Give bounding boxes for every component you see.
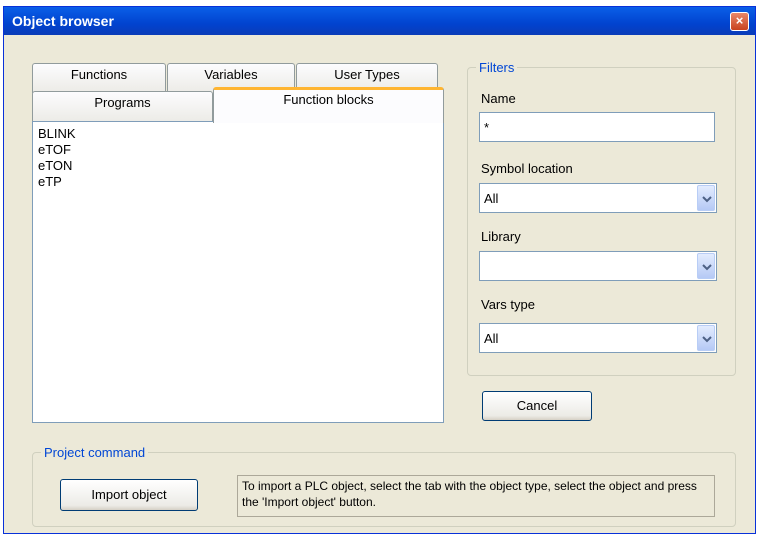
- vars-type-select[interactable]: All: [479, 323, 717, 353]
- dropdown-button[interactable]: [697, 325, 715, 351]
- vars-type-label: Vars type: [481, 297, 535, 312]
- symbol-location-select[interactable]: All: [479, 183, 717, 213]
- cancel-button[interactable]: Cancel: [482, 391, 592, 421]
- dropdown-button[interactable]: [697, 185, 715, 211]
- tab-functions[interactable]: Functions: [32, 63, 166, 93]
- list-item[interactable]: eTP: [33, 174, 443, 190]
- symbol-location-label: Symbol location: [481, 161, 573, 176]
- close-button[interactable]: ×: [730, 12, 749, 31]
- button-label: Import object: [91, 487, 167, 502]
- tab-programs[interactable]: Programs: [32, 91, 213, 122]
- library-select[interactable]: [479, 251, 717, 281]
- select-value: All: [484, 331, 499, 346]
- select-value: All: [484, 191, 499, 206]
- object-browser-dialog: Object browser × Functions Variables Use…: [3, 6, 756, 534]
- object-list[interactable]: BLINK eTOF eTON eTP: [32, 121, 444, 423]
- library-label: Library: [481, 229, 521, 244]
- window-title: Object browser: [12, 13, 114, 29]
- import-object-button[interactable]: Import object: [60, 479, 198, 511]
- name-input[interactable]: [479, 112, 715, 142]
- list-item[interactable]: eTOF: [33, 142, 443, 158]
- list-item[interactable]: eTON: [33, 158, 443, 174]
- chevron-down-icon: [702, 336, 712, 343]
- dropdown-button[interactable]: [697, 253, 715, 279]
- name-label: Name: [481, 91, 516, 106]
- tab-function-blocks[interactable]: Function blocks: [213, 87, 444, 123]
- tab-label: Function blocks: [283, 92, 374, 107]
- title-bar[interactable]: Object browser ×: [4, 7, 755, 35]
- tab-label: Functions: [70, 67, 128, 82]
- close-icon: ×: [735, 13, 744, 28]
- tab-label: User Types: [334, 67, 400, 82]
- chevron-down-icon: [702, 264, 712, 271]
- import-info-text: To import a PLC object, select the tab w…: [237, 475, 715, 517]
- tab-label: Variables: [204, 67, 258, 82]
- button-label: Cancel: [516, 398, 558, 413]
- list-item[interactable]: BLINK: [33, 126, 443, 142]
- project-command-legend: Project command: [44, 445, 146, 460]
- chevron-down-icon: [702, 196, 712, 203]
- tab-label: Programs: [94, 95, 151, 110]
- filters-legend: Filters: [479, 60, 515, 75]
